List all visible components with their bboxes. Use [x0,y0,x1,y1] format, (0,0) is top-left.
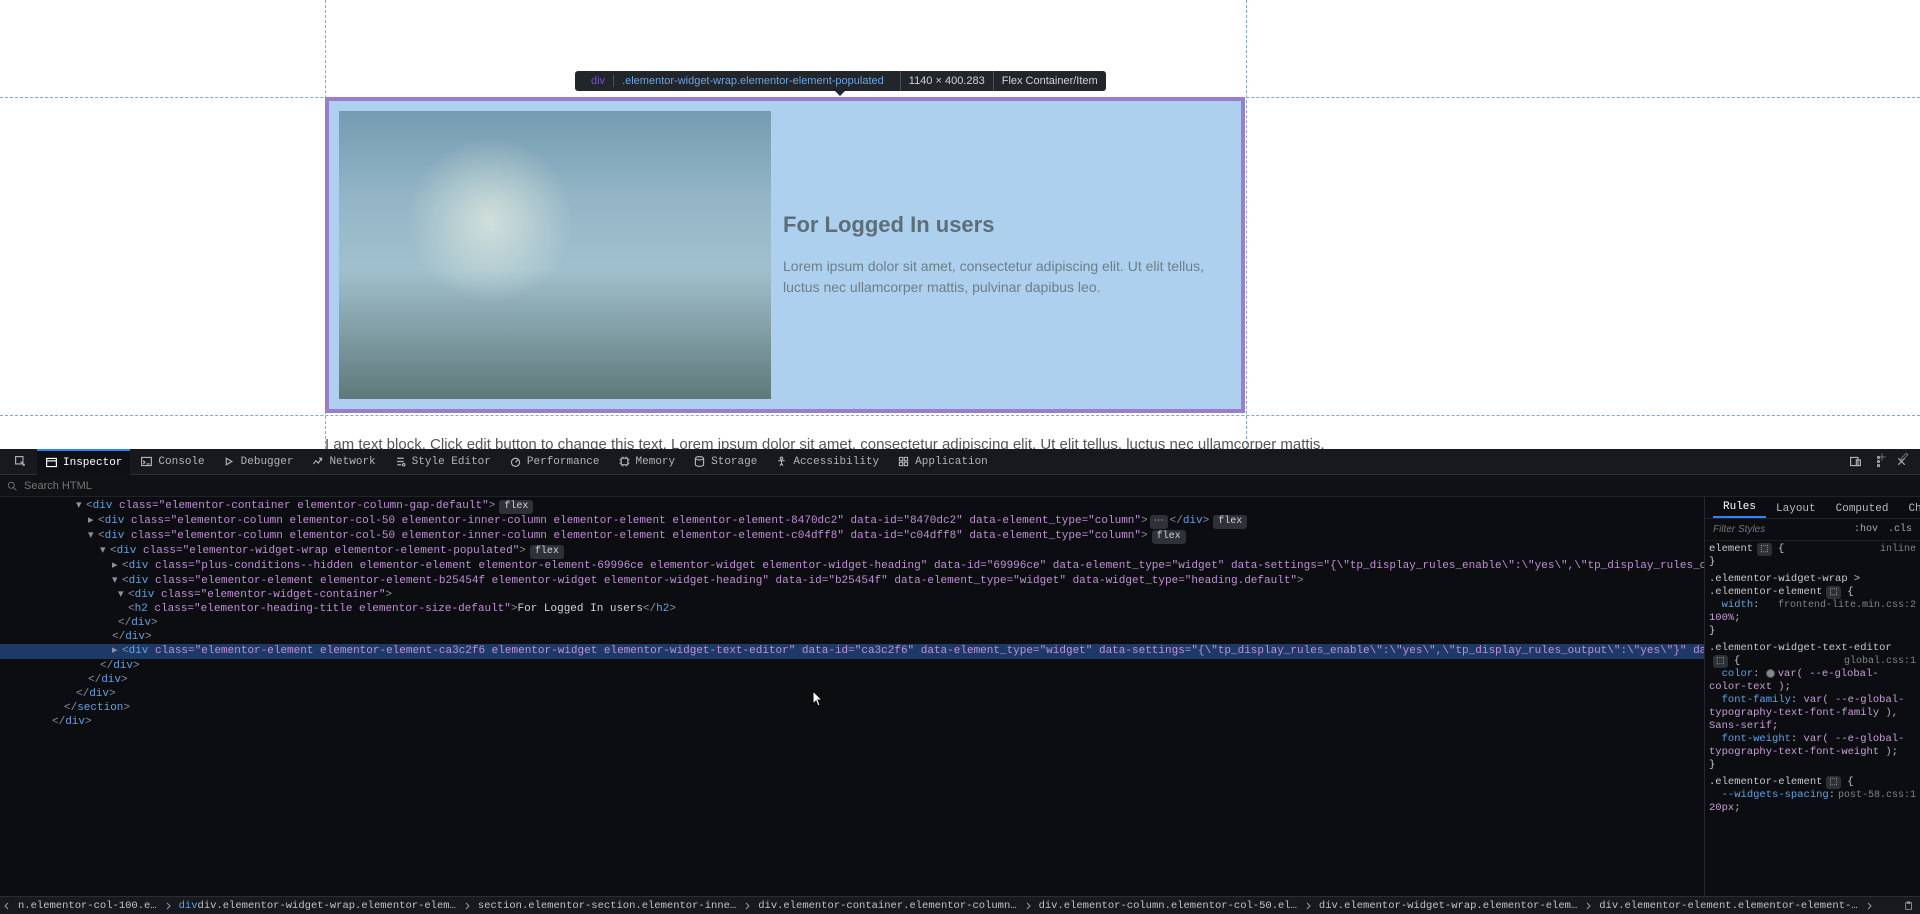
tab-computed[interactable]: Computed [1826,500,1899,518]
highlighted-element[interactable]: For Logged In users Lorem ipsum dolor si… [325,97,1245,413]
tooltip-dimensions: 1140 × 400.283 [900,71,993,91]
html-search-bar [0,475,1920,497]
chevron-right-icon [462,901,472,911]
paragraph: Lorem ipsum dolor sit amet, consectetur … [783,256,1231,298]
rules-body[interactable]: element⬚ {inline } .elementor-widget-wra… [1705,541,1920,896]
inspector-guide-bottom [0,415,1920,416]
chevron-right-icon [742,901,752,911]
dom-node[interactable]: </div> [0,673,1704,687]
cls-toggle[interactable]: .cls [1885,524,1915,535]
breadcrumb-item[interactable]: div.elementor-column.elementor-col-50.el… [1035,900,1301,912]
breadcrumb-prev-icon[interactable] [2,901,12,911]
dom-node[interactable]: <h2 class="elementor-heading-title eleme… [0,602,1704,616]
inspector-guide-right [1246,0,1247,449]
chevron-right-icon [1583,901,1593,911]
devtools-panel: Inspector Console Debugger Network Style… [0,449,1920,914]
dom-node-selected[interactable]: ▸<div class="elementor-element elementor… [0,644,1704,659]
below-text: I am text block. Click edit button to ch… [325,436,1325,449]
tab-changes[interactable]: Chan [1898,500,1920,518]
search-icon [6,480,18,492]
breadcrumb-item[interactable]: divdiv.elementor-widget-wrap.elementor-e… [175,900,460,912]
tooltip-classes: .elementor-widget-wrap.elementor-element… [613,75,892,87]
tab-inspector[interactable]: Inspector [37,449,130,475]
breadcrumb-bar: n.elementor-col-100.e… divdiv.elementor-… [0,896,1920,914]
dom-node[interactable]: ▸<div class="elementor-column elementor-… [0,514,1704,529]
html-search-input[interactable] [24,480,1914,492]
filter-styles-input[interactable] [1713,524,1847,535]
dom-node[interactable]: </section> [0,701,1704,715]
dom-node[interactable]: ▾<div class="elementor-container element… [0,499,1704,514]
content-row: For Logged In users Lorem ipsum dolor si… [329,101,1241,409]
dom-node[interactable]: </div> [0,659,1704,673]
add-node-icon[interactable] [1876,451,1888,463]
breadcrumb-item[interactable]: n.elementor-col-100.e… [14,900,161,912]
dom-node[interactable]: </div> [0,687,1704,701]
tab-style-editor[interactable]: Style Editor [386,449,499,475]
heading: For Logged In users [783,212,1231,238]
tab-network[interactable]: Network [303,449,383,475]
css-rules-panel: Rules Layout Computed Chan :hov .cls ele… [1704,497,1920,896]
tooltip-tag: div [583,75,613,87]
dom-node[interactable]: </div> [0,616,1704,630]
breadcrumb-item[interactable]: div.elementor-container.elementor-column… [754,900,1020,912]
tab-layout[interactable]: Layout [1766,500,1826,518]
breadcrumb-item[interactable]: div.elementor-widget-wrap.elementor-elem… [1315,900,1581,912]
dom-node[interactable]: ▾<div class="elementor-column elementor-… [0,529,1704,544]
devtools-toolbar: Inspector Console Debugger Network Style… [0,449,1920,475]
toggle-picker-button[interactable] [6,449,35,475]
text-column: For Logged In users Lorem ipsum dolor si… [783,111,1231,399]
dom-node[interactable]: ▸<div class="plus-conditions--hidden ele… [0,559,1704,574]
clipboard-icon[interactable] [1904,901,1914,911]
breadcrumb-item[interactable]: section.elementor-section.elementor-inne… [474,900,740,912]
hov-toggle[interactable]: :hov [1851,524,1881,535]
tooltip-layout: Flex Container/Item [993,71,1106,91]
tab-application[interactable]: Application [889,449,996,475]
rules-filter-bar: :hov .cls [1705,519,1920,541]
eyedropper-icon[interactable] [1898,451,1910,463]
tab-performance[interactable]: Performance [501,449,608,475]
tab-accessibility[interactable]: Accessibility [767,449,887,475]
dom-tree-panel[interactable]: ▾<div class="elementor-container element… [0,497,1704,896]
responsive-mode-icon[interactable] [1849,455,1862,468]
inspector-tooltip: div.elementor-widget-wrap.elementor-elem… [575,71,1106,91]
tab-rules[interactable]: Rules [1713,498,1766,518]
tab-memory[interactable]: Memory [610,449,684,475]
dom-node[interactable]: ▾<div class="elementor-widget-container"… [0,588,1704,602]
chevron-right-icon [1023,901,1033,911]
breadcrumb-next-icon[interactable] [1864,901,1874,911]
dom-node[interactable]: </div> [0,630,1704,644]
tab-console[interactable]: Console [132,449,212,475]
dom-node[interactable]: </div> [0,715,1704,729]
dom-node[interactable]: ▾<div class="elementor-element elementor… [0,574,1704,588]
chevron-right-icon [1303,901,1313,911]
dom-node[interactable]: ▾<div class="elementor-widget-wrap eleme… [0,544,1704,559]
page-viewport: div.elementor-widget-wrap.elementor-elem… [0,0,1920,449]
chevron-right-icon [163,901,173,911]
breadcrumb-item[interactable]: div.elementor-element.elementor-element-… [1595,900,1861,912]
tab-storage[interactable]: Storage [685,449,765,475]
tab-debugger[interactable]: Debugger [215,449,302,475]
hero-image [339,111,771,399]
rules-tabs: Rules Layout Computed Chan [1705,497,1920,519]
